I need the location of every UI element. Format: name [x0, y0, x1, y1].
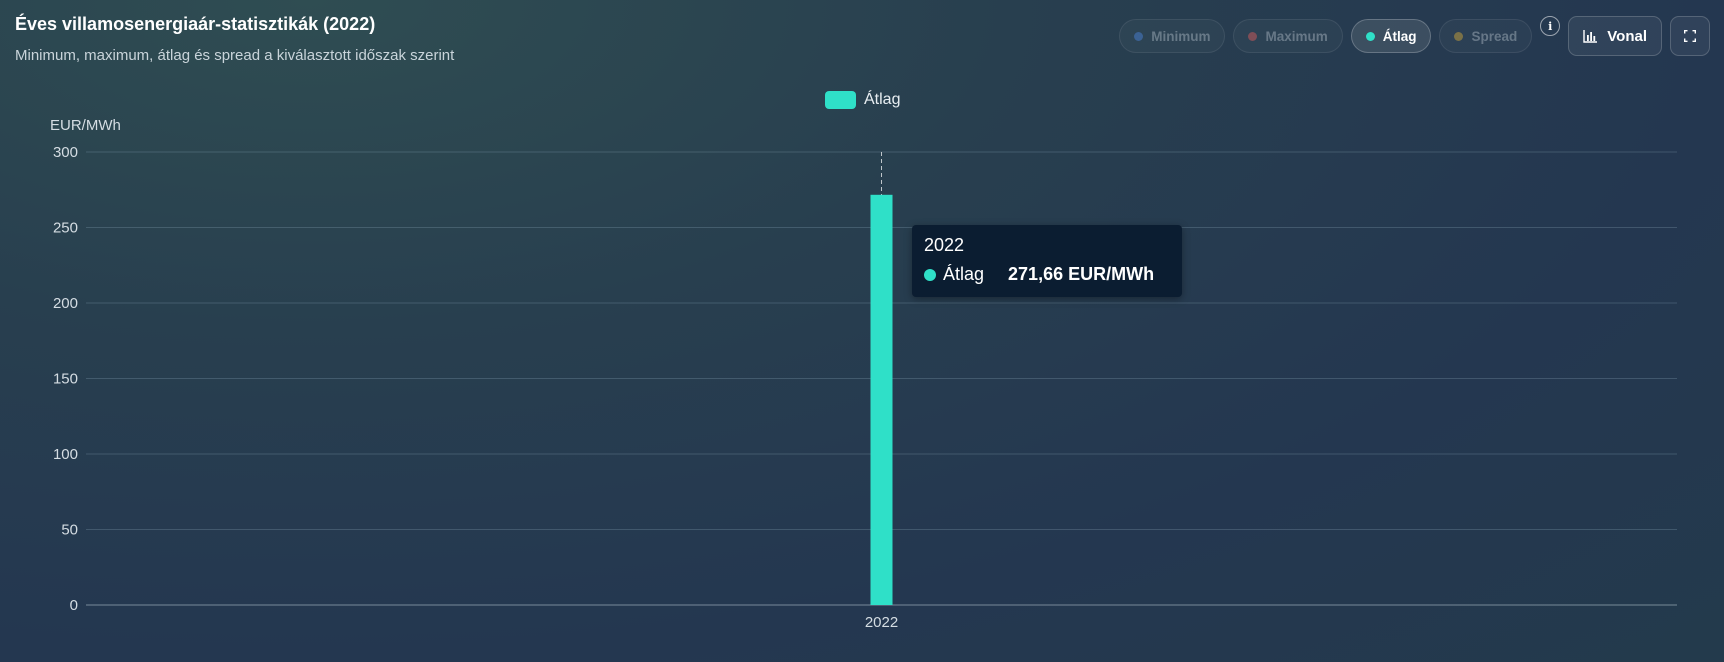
bar-chart: EUR/MWh 0 50 100 150 200 250 300 2022: [50, 117, 1677, 631]
bar: [870, 194, 893, 605]
y-tick-label: 200: [53, 295, 78, 312]
y-tick-label: 250: [53, 220, 78, 237]
y-tick-label: 300: [53, 144, 78, 161]
y-tick-label: 50: [61, 522, 78, 539]
tooltip-row: Átlag 271,66 EUR/MWh: [924, 264, 1170, 285]
tooltip-title: 2022: [924, 235, 965, 255]
tooltip-value: 271,66 EUR/MWh: [1008, 264, 1155, 284]
y-tick-labels: 0 50 100 150 200 250 300: [53, 144, 78, 614]
y-tick-label: 150: [53, 371, 78, 388]
y-tick-label: 0: [70, 597, 78, 614]
y-tick-label: 100: [53, 446, 78, 463]
x-tick-labels: 2022: [865, 614, 898, 631]
tooltip-series-name: Átlag: [943, 264, 985, 284]
tooltip: 2022 Átlag 271,66 EUR/MWh: [912, 225, 1182, 297]
y-axis-label: EUR/MWh: [50, 117, 121, 134]
tooltip-dot-icon: [924, 268, 936, 281]
x-tick-label: 2022: [865, 614, 898, 631]
bars: [870, 194, 893, 605]
